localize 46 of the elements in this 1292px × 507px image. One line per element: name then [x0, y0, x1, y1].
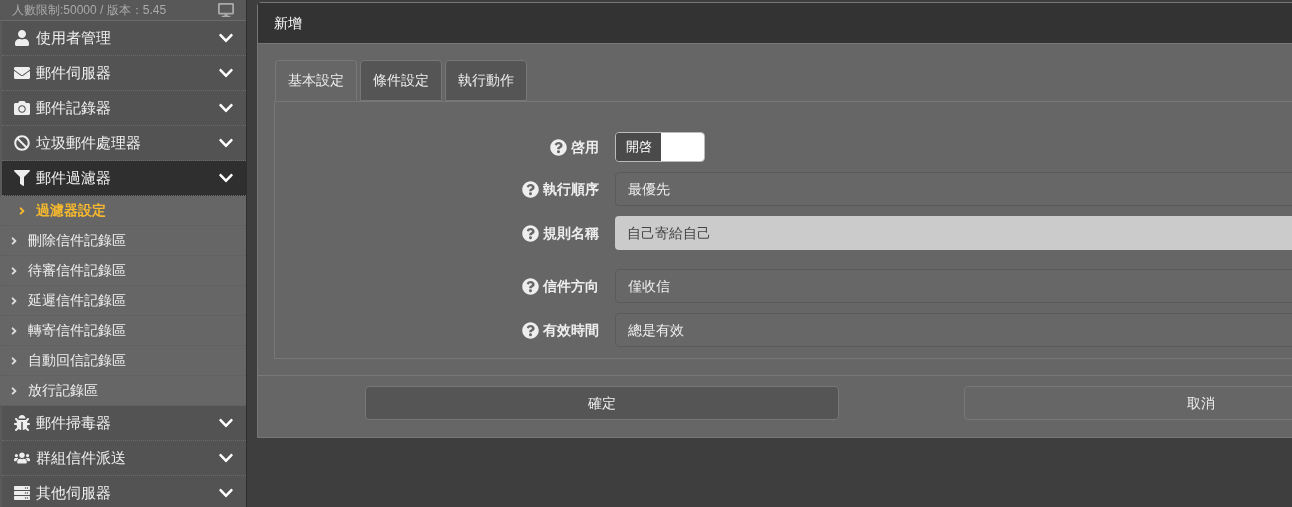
submenu-item[interactable]: 待審信件記錄區 [0, 256, 246, 286]
user-icon [14, 30, 30, 46]
ban-icon [14, 135, 30, 151]
sidebar-item[interactable]: 群組信件派送 [2, 441, 246, 476]
help-icon[interactable] [550, 138, 567, 156]
field-label: 執行順序 [543, 179, 599, 199]
sidebar-item[interactable]: 郵件掃毒器 [2, 406, 246, 441]
filter-icon [14, 170, 30, 186]
help-icon[interactable] [522, 180, 539, 198]
submenu-item[interactable]: 放行記錄區 [0, 376, 246, 406]
envelope-icon [14, 65, 30, 81]
sidebar-item[interactable]: 使用者管理 [2, 21, 246, 56]
select-field[interactable]: 總是有效 [615, 313, 1292, 347]
submenu-item[interactable]: 延遲信件記錄區 [0, 286, 246, 316]
tab[interactable]: 執行動作 [445, 60, 527, 101]
sidebar-item[interactable]: 其他伺服器 [2, 476, 246, 507]
help-icon[interactable] [522, 224, 539, 242]
field-label: 信件方向 [543, 276, 599, 296]
server-icon [14, 485, 30, 501]
sidebar-item[interactable]: 垃圾郵件處理器 [2, 126, 246, 161]
monitor-icon[interactable] [218, 2, 234, 18]
field-label: 啓用 [571, 137, 599, 157]
sidebar-item[interactable]: 郵件過濾器 [2, 161, 246, 196]
camera-icon [14, 100, 30, 116]
tab[interactable]: 基本設定 [275, 60, 357, 101]
bug-icon [14, 415, 30, 431]
confirm-button[interactable]: 確定 [365, 386, 839, 420]
help-icon[interactable] [522, 321, 539, 339]
sidebar-item[interactable]: 郵件記錄器 [2, 91, 246, 126]
submenu-item[interactable]: 過濾器設定 [0, 196, 246, 226]
submenu-item[interactable]: 轉寄信件記錄區 [0, 316, 246, 346]
users-icon [14, 450, 30, 466]
dialog-title: 新增 [274, 13, 302, 33]
submenu-item[interactable]: 刪除信件記錄區 [0, 226, 246, 256]
sidebar-item[interactable]: 郵件伺服器 [2, 56, 246, 91]
version-text: 人數限制:50000 / 版本：5.45 [12, 2, 167, 19]
toggle-switch[interactable]: 開啓 [615, 132, 705, 162]
tab[interactable]: 條件設定 [360, 60, 442, 101]
field-label: 規則名稱 [543, 223, 599, 243]
help-icon[interactable] [522, 277, 539, 295]
field-label: 有效時間 [543, 320, 599, 340]
select-field[interactable]: 僅收信 [615, 269, 1292, 303]
select-field[interactable]: 最優先 [615, 172, 1292, 206]
input-field[interactable]: 自己寄給自己 [615, 216, 1292, 250]
cancel-button[interactable]: 取消 [964, 386, 1292, 420]
submenu-item[interactable]: 自動回信記錄區 [0, 346, 246, 376]
